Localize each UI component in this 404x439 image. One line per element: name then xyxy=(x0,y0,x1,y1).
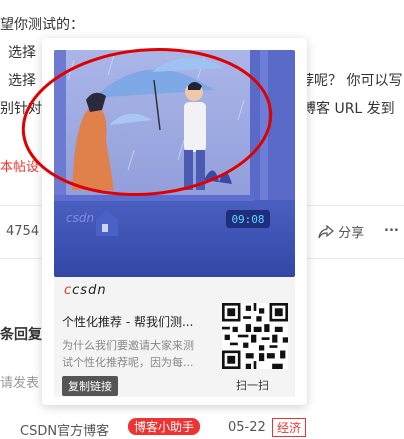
csdn-logo-text: csdn xyxy=(72,283,107,298)
author-badge: 博客小助手 xyxy=(128,418,201,435)
csdn-logo: ccsdn xyxy=(64,283,107,298)
post-text-line: 荐呢？ 你可以写 xyxy=(300,73,403,89)
notice-text: 本帖设 xyxy=(0,160,40,175)
share-title: 个性化推荐 - 帮我们测... xyxy=(62,315,194,329)
view-count: 4754 xyxy=(6,224,40,239)
post-text-line: 选择 xyxy=(8,73,36,89)
share-card-footer: ccsdn 个性化推荐 - 帮我们测... 为什么我们要邀请大家来测试个性化推荐… xyxy=(54,277,295,397)
share-icon xyxy=(318,224,334,239)
reply-header: 条回复 xyxy=(0,327,42,343)
csdn-logo-mark: c xyxy=(64,283,73,298)
post-text-line: 别针对 xyxy=(0,101,42,117)
more-icon[interactable]: ... xyxy=(384,220,399,235)
bottom-author[interactable]: CSDN官方博客 xyxy=(20,420,109,439)
post-text-line: 望你测试的： xyxy=(0,17,84,33)
csdn-watermark: csdn xyxy=(66,211,94,225)
reply-input[interactable]: 请发表 xyxy=(0,372,39,391)
post-text-line: 博客 URL 发到 xyxy=(302,101,395,117)
post-text-line: 选择 xyxy=(8,45,36,61)
clock-display: 09:08 xyxy=(231,213,264,226)
share-label: 分享 xyxy=(338,226,365,241)
share-illustration: 09:08 csdn xyxy=(54,50,295,277)
share-card: 09:08 csdn ccsdn 个性化推荐 - 帮我们测... 为什么我们要邀… xyxy=(42,38,307,405)
qr-code-icon xyxy=(222,303,288,369)
copy-link-button[interactable]: 复制链接 xyxy=(62,376,118,396)
share-description: 为什么我们要邀请大家来测试个性化推荐呢，因为每... xyxy=(62,339,194,369)
share-button[interactable]: 分享 xyxy=(318,222,364,241)
scan-label: 扫一扫 xyxy=(236,379,269,392)
